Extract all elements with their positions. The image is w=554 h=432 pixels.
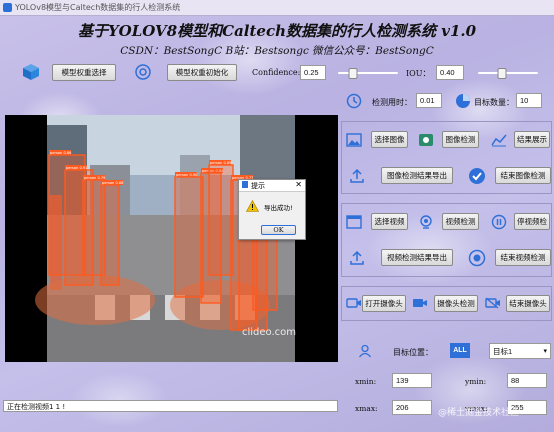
window-title: YOLOv8模型与Caltech数据集的行人检测系统: [15, 3, 181, 12]
dialog-message: 导出成功!: [264, 204, 293, 212]
corner-watermark: @稀土掘金技术社区: [438, 408, 520, 418]
target-select[interactable]: 目标1 ▾: [489, 343, 551, 359]
xmax-label: xmax:: [355, 404, 378, 413]
xmin-label: xmin:: [355, 377, 377, 386]
chevron-down-icon: ▾: [543, 348, 547, 355]
app-icon: [3, 3, 12, 12]
detect-video-button[interactable]: 视频检测: [442, 213, 479, 230]
confidence-spinbox[interactable]: 0.25: [300, 65, 326, 80]
target-select-value: 目标1: [493, 346, 513, 356]
page-subtitle: CSDN：BestSongC B站：Bestsongc 微信公众号：BestSo…: [120, 45, 434, 57]
close-icon[interactable]: ✕: [295, 180, 302, 189]
iou-slider-handle[interactable]: [497, 68, 507, 79]
pause-video-button[interactable]: 停视频检: [514, 213, 550, 230]
ymin-field: 88: [507, 373, 547, 388]
finish-video-button[interactable]: 结束视频检测: [495, 249, 551, 266]
stop-circle-icon: [467, 248, 486, 267]
camera-icon: [345, 295, 363, 311]
init-weights-button[interactable]: 模型权重初始化: [167, 64, 237, 81]
cube-icon: [20, 62, 42, 82]
detection-box: [174, 176, 204, 298]
check-icon: [467, 166, 486, 185]
detect-camera-button[interactable]: 摄像头检测: [434, 295, 478, 312]
clock-icon: [345, 92, 363, 110]
select-weights-button[interactable]: 模型权重选择: [52, 64, 116, 81]
select-image-button[interactable]: 选择图像: [371, 131, 408, 148]
pause-icon: [490, 213, 508, 231]
warning-icon: [245, 199, 260, 214]
confidence-slider-handle[interactable]: [348, 68, 358, 79]
select-video-button[interactable]: 选择视频: [371, 213, 408, 230]
ymin-label: ymin:: [465, 377, 487, 386]
export-image-result-button[interactable]: 图像检测结果导出: [381, 167, 453, 184]
detection-label: person 0.79: [84, 176, 106, 180]
dialog-titlebar: 提示 ✕: [239, 180, 305, 192]
close-camera-button[interactable]: 结束摄像头: [506, 295, 550, 312]
video-camera-icon: [411, 295, 429, 311]
page-title: 基于YOLOV8模型和Caltech数据集的行人检测系统 v1.0: [77, 22, 477, 40]
detection-label: person 0.90: [176, 173, 198, 177]
confidence-label: Confidence:: [252, 68, 301, 77]
detection-box: [208, 164, 234, 276]
count-label: 目标数量：: [474, 98, 514, 107]
detection-label: person 0.89: [210, 161, 232, 165]
iou-label: IOU：: [406, 69, 431, 78]
detection-label: person 0.91: [66, 166, 87, 170]
time-value: 0.01: [416, 93, 442, 108]
open-camera-button[interactable]: 打开摄像头: [362, 295, 406, 312]
status-bar: 正在检测视频1 1 !: [3, 400, 338, 412]
export-video-result-button[interactable]: 视频检测结果导出: [381, 249, 453, 266]
detection-label: person 0.86: [50, 151, 72, 155]
webcam-scan-icon: [417, 213, 435, 231]
target-position-label: 目标位置：: [393, 348, 433, 357]
count-value: 10: [516, 93, 542, 108]
finish-image-button[interactable]: 结束图像检测: [495, 167, 551, 184]
message-dialog: 提示 ✕ 导出成功! OK: [238, 179, 306, 240]
dialog-title: 提示: [251, 182, 265, 190]
detection-box: [100, 184, 120, 286]
confidence-slider[interactable]: [338, 68, 398, 79]
scan-image-icon: [417, 131, 435, 149]
export-icon: [348, 167, 366, 185]
time-label: 检测用时：: [372, 98, 412, 107]
dialog-ok-button[interactable]: OK: [261, 225, 296, 235]
xmax-field: 206: [392, 400, 432, 415]
export-video-icon: [348, 249, 366, 267]
image-icon: [345, 131, 363, 149]
pie-chart-icon: [454, 92, 472, 110]
detect-image-button[interactable]: 图像检测: [442, 131, 479, 148]
target-icon: [133, 62, 153, 82]
iou-slider[interactable]: [478, 68, 538, 79]
show-result-button[interactable]: 结果展示: [514, 131, 550, 148]
iou-spinbox[interactable]: 0.40: [436, 65, 464, 80]
video-watermark: clideo.com: [242, 327, 297, 338]
dialog-app-icon: [242, 181, 248, 188]
xmin-field: 139: [392, 373, 432, 388]
result-chart-icon: [490, 131, 508, 149]
user-icon: [357, 343, 373, 359]
detection-label: person 0.88: [102, 181, 124, 185]
all-badge: ALL: [450, 343, 470, 358]
video-file-icon: [345, 213, 363, 231]
camera-off-icon: [484, 295, 502, 311]
